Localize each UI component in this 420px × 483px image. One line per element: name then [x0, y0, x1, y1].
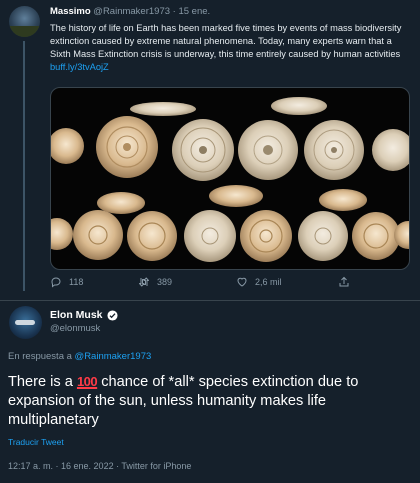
author-name[interactable]: Elon Musk — [50, 309, 103, 321]
shell — [51, 128, 84, 164]
retweet-button[interactable]: 389 — [138, 276, 172, 288]
shell — [209, 185, 263, 207]
shell — [240, 210, 292, 262]
hundred-points-icon: 100 — [76, 374, 98, 389]
tweet-link[interactable]: buff.ly/3tvAojZ — [50, 62, 109, 72]
tweet-body: The history of life on Earth has been ma… — [50, 23, 402, 59]
text-before-emoji: There is a — [8, 374, 73, 390]
reply-prefix: En respuesta a — [8, 351, 72, 362]
tweet-timestamp[interactable]: 12:17 a. m. · 16 ene. 2022 · Twitter for… — [8, 461, 191, 471]
thread-line — [23, 41, 25, 291]
tweet-actions: 118 389 2,6 mil — [50, 276, 410, 292]
dot-separator: · — [172, 6, 176, 17]
shell — [184, 210, 236, 262]
shell — [127, 211, 177, 261]
share-button[interactable] — [338, 276, 350, 288]
reply-button[interactable]: 118 — [50, 276, 83, 288]
elon-avatar[interactable] — [9, 306, 42, 339]
reply-context: En respuesta a @Rainmaker1973 — [8, 351, 151, 362]
retweet-icon — [139, 277, 149, 287]
author-name-row: Elon Musk — [50, 309, 118, 321]
tweet-text: The history of life on Earth has been ma… — [50, 22, 412, 74]
verified-badge-icon — [106, 309, 118, 321]
quoted-tweet[interactable]: Massimo @Rainmaker1973 · 15 ene. The his… — [0, 0, 420, 300]
reply-icon — [51, 277, 61, 288]
massimo-avatar[interactable] — [9, 6, 40, 37]
author-handle[interactable]: @elonmusk — [50, 323, 100, 334]
shell — [372, 129, 409, 171]
divider — [0, 300, 420, 301]
heart-icon — [237, 277, 247, 287]
reply-count: 118 — [69, 277, 84, 287]
like-button[interactable]: 2,6 mil — [236, 276, 282, 288]
shell-photo — [51, 97, 409, 262]
shell — [97, 192, 145, 214]
shell — [73, 210, 123, 260]
shell — [271, 97, 327, 115]
share-icon — [339, 276, 349, 287]
tweet-text: There is a 100 chance of *all* species e… — [8, 372, 412, 430]
tweet-header: Massimo @Rainmaker1973 · 15 ene. — [50, 6, 210, 17]
author-handle[interactable]: @Rainmaker1973 — [93, 6, 170, 17]
tweet-date[interactable]: 15 ene. — [178, 6, 210, 17]
translate-tweet-link[interactable]: Traducir Tweet — [8, 437, 64, 447]
retweet-count: 389 — [157, 277, 173, 287]
shell — [130, 102, 196, 116]
like-count: 2,6 mil — [255, 277, 282, 287]
shell — [352, 212, 400, 260]
shell — [298, 211, 348, 261]
reply-handle-link[interactable]: @Rainmaker1973 — [75, 351, 152, 362]
shell — [319, 189, 367, 211]
shell — [51, 218, 73, 250]
author-name[interactable]: Massimo — [50, 6, 91, 17]
shell-collection-image[interactable] — [50, 87, 410, 270]
